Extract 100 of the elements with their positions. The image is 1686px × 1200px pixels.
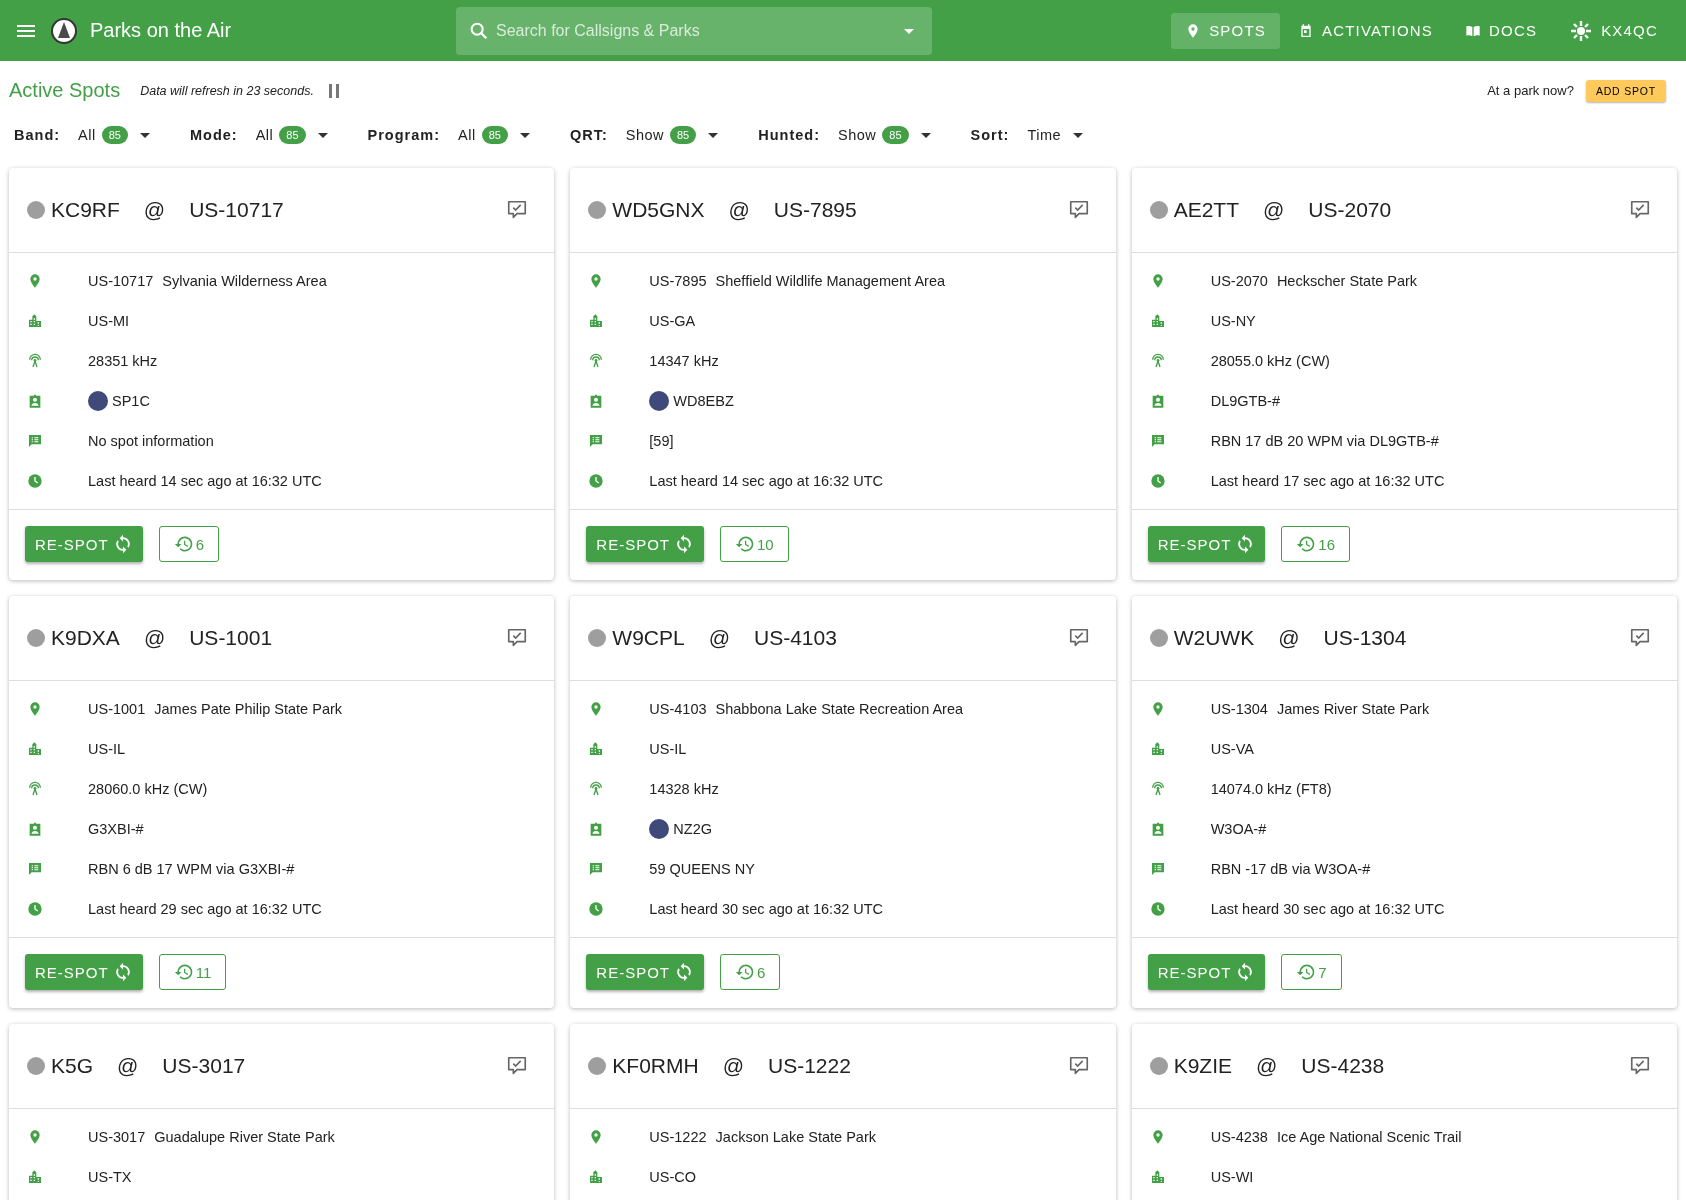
park-reference[interactable]: US-7895 (649, 273, 707, 289)
filter-value[interactable]: All (78, 127, 96, 143)
park-reference[interactable]: US-7895 (773, 198, 857, 222)
park-reference[interactable]: US-1222 (768, 1054, 851, 1078)
caret-icon[interactable] (1073, 132, 1084, 138)
caret-icon[interactable] (519, 132, 530, 138)
spotter-text: G3XBI-# (88, 821, 144, 837)
message-icon (27, 433, 43, 449)
activator-avatar (1149, 629, 1168, 647)
spotter-text: DL9GTB-# (1210, 393, 1280, 409)
map-pin-icon (27, 701, 43, 717)
filter-label: Program: (367, 127, 440, 143)
spotter-text: NZ2G (673, 821, 712, 837)
park-reference[interactable]: US-2070 (1308, 198, 1392, 222)
filter-value[interactable]: Show (625, 127, 664, 143)
park-text: Shabbona Lake State Recreation Area (715, 701, 964, 717)
clock-icon (1149, 901, 1166, 917)
park-reference[interactable]: US-1304 (1323, 626, 1407, 650)
app-title: Parks on the Air (90, 19, 232, 42)
location-text: US-IL (649, 741, 687, 757)
activator-avatar (1149, 1057, 1168, 1075)
park-text: Heckscher State Park (1276, 273, 1418, 289)
buildings-icon (1149, 1169, 1166, 1185)
park-reference[interactable]: US-4238 (1301, 1054, 1385, 1078)
comment-check-icon[interactable] (1067, 627, 1090, 649)
frequency-text: 28055.0 kHz (CW) (1210, 353, 1330, 369)
comment-check-icon[interactable] (1067, 199, 1090, 221)
time-text: Last heard 14 sec ago at 16:32 UTC (649, 473, 884, 489)
comment-text: [59] (649, 433, 674, 449)
park-reference[interactable]: US-1304 (1210, 701, 1268, 717)
park-reference[interactable]: US-2070 (1210, 273, 1268, 289)
caret-icon[interactable] (920, 132, 931, 138)
park-reference[interactable]: US-1001 (88, 701, 146, 717)
message-icon (588, 861, 605, 877)
park-reference[interactable]: US-10717 (189, 198, 284, 222)
activator-callsign[interactable]: WD5GNX (612, 198, 705, 222)
park-text: Ice Age National Scenic Trail (1276, 1129, 1462, 1145)
time-text: Last heard 14 sec ago at 16:32 UTC (88, 473, 322, 489)
history-icon (173, 962, 194, 982)
location-text: US-TX (88, 1169, 132, 1185)
comment-check-icon[interactable] (506, 627, 529, 649)
comment-check-icon[interactable] (1629, 1055, 1651, 1077)
filter-label: Band: (14, 127, 61, 143)
comment-check-icon[interactable] (1629, 627, 1651, 649)
antenna-icon (588, 353, 605, 369)
time-text: Last heard 29 sec ago at 16:32 UTC (88, 901, 322, 917)
caret-icon[interactable] (317, 132, 328, 138)
activator-callsign[interactable]: KF0RMH (612, 1054, 699, 1078)
buildings-icon (27, 313, 43, 329)
at-sign: @ (722, 1054, 744, 1078)
park-prompt: At a park now? (1487, 83, 1574, 98)
pause-icon[interactable] (327, 83, 340, 98)
message-icon (1149, 861, 1166, 877)
buildings-icon (1149, 313, 1166, 329)
comment-check-icon[interactable] (1629, 199, 1651, 221)
filter-value[interactable]: Show (838, 127, 877, 143)
activator-avatar (27, 1057, 45, 1075)
add-spot-button[interactable]: ADD SPOT (1585, 79, 1666, 102)
park-text: Guadalupe River State Park (154, 1129, 335, 1145)
park-reference[interactable]: US-4103 (754, 626, 837, 650)
caret-icon[interactable] (139, 132, 150, 138)
park-reference[interactable]: US-3017 (162, 1054, 246, 1078)
activator-callsign[interactable]: W2UWK (1173, 626, 1255, 650)
activator-callsign[interactable]: KC9RF (51, 198, 120, 222)
at-sign: @ (728, 198, 750, 222)
at-sign: @ (143, 198, 166, 222)
comment-check-icon[interactable] (506, 1055, 529, 1077)
comment-check-icon[interactable] (506, 199, 529, 221)
filter-value[interactable]: Time (1027, 127, 1062, 143)
activator-callsign[interactable]: W9CPL (612, 626, 685, 650)
park-reference[interactable]: US-3017 (88, 1129, 146, 1145)
comment-check-icon[interactable] (1067, 1055, 1090, 1077)
park-reference[interactable]: US-1001 (189, 626, 273, 650)
filter-value[interactable]: All (458, 127, 476, 143)
activator-callsign[interactable]: AE2TT (1173, 198, 1239, 222)
buildings-icon (588, 741, 605, 757)
antenna-icon (27, 353, 43, 369)
activator-callsign[interactable]: K5G (51, 1054, 94, 1078)
park-reference[interactable]: US-4238 (1210, 1129, 1268, 1145)
message-icon (1149, 433, 1166, 449)
time-text: Last heard 17 sec ago at 16:32 UTC (1210, 473, 1445, 489)
caret-icon[interactable] (708, 132, 719, 138)
refresh-icon (674, 534, 694, 554)
count-badge: 85 (882, 126, 909, 144)
frequency-text: 14347 kHz (649, 353, 719, 369)
park-reference[interactable]: US-10717 (88, 273, 154, 289)
activator-callsign[interactable]: K9ZIE (1173, 1054, 1232, 1078)
activator-avatar (27, 629, 45, 647)
spotter-text: WD8EBZ (673, 393, 734, 409)
park-reference[interactable]: US-1222 (649, 1129, 707, 1145)
activator-avatar (588, 201, 607, 219)
activator-callsign[interactable]: K9DXA (51, 626, 120, 650)
park-reference[interactable]: US-4103 (649, 701, 707, 717)
park-text: Jackson Lake State Park (715, 1129, 876, 1145)
filter-label: Sort: (970, 127, 1010, 143)
activator-avatar (588, 1057, 607, 1075)
park-text: James Pate Philip State Park (154, 701, 343, 717)
filter-value[interactable]: All (255, 127, 274, 143)
spotter-text: W3OA-# (1210, 821, 1267, 837)
frequency-text: 28351 kHz (88, 353, 158, 369)
